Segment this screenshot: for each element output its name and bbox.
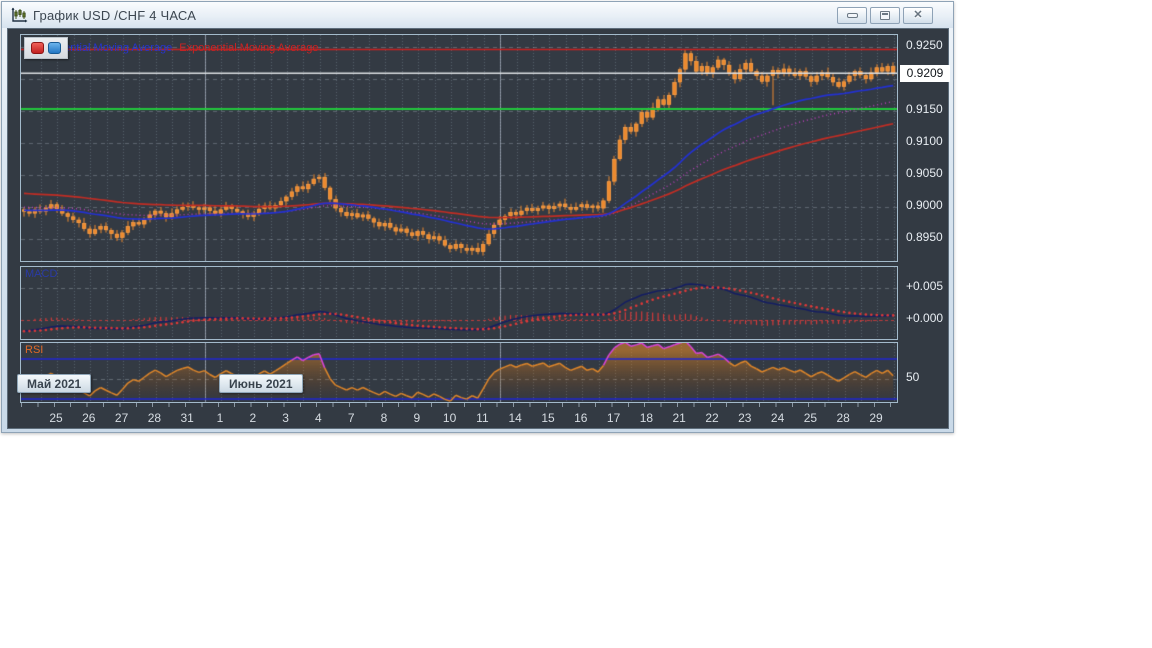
maximize-icon (880, 10, 890, 20)
price-tick-label: 0.9250 (906, 38, 943, 52)
date-tick-label: 31 (180, 411, 194, 425)
red-square-button[interactable] (31, 42, 44, 54)
chart-window: График USD /CHF 4 ЧАСА ✕ Exponential Mov… (1, 1, 954, 433)
date-tick-label: 4 (315, 411, 322, 425)
rsi-canvas[interactable] (21, 343, 897, 402)
minimize-button[interactable] (837, 6, 867, 24)
date-tick-label: 15 (541, 411, 555, 425)
date-tick-label: 9 (413, 411, 421, 425)
macd-tick-label: +0.005 (906, 279, 944, 293)
macd-tick-label: +0.000 (906, 311, 944, 325)
rsi-tick-label: 50 (906, 370, 920, 384)
date-tick-label: 21 (672, 411, 686, 425)
date-tick-label: 18 (639, 411, 654, 425)
date-tick-label: 23 (738, 411, 752, 425)
price-chart-canvas[interactable] (21, 35, 897, 261)
date-tick-label: 22 (705, 411, 719, 425)
date-tick-label: 7 (347, 411, 355, 425)
date-tick-label: 3 (282, 411, 289, 425)
date-tick-label: 28 (836, 411, 850, 425)
price-tick-label: 0.9000 (906, 198, 943, 212)
date-tick-label: 28 (147, 411, 162, 425)
date-tick-label: 1 (216, 411, 224, 425)
window-title: График USD /CHF 4 ЧАСА (33, 7, 197, 23)
date-tick-label: 10 (442, 411, 457, 425)
price-tick-label: 0.9100 (906, 134, 943, 148)
date-tick-label: 8 (380, 411, 388, 425)
chart-client-area: Exponential Moving Average Exponential Mo… (7, 28, 950, 429)
date-tick-label: 24 (770, 411, 785, 425)
date-tick-label: 14 (508, 411, 522, 425)
macd-canvas[interactable] (21, 267, 897, 339)
close-icon: ✕ (913, 8, 923, 21)
chart-app-icon (10, 7, 28, 23)
date-axis-ticks (21, 403, 897, 407)
window-titlebar[interactable]: График USD /CHF 4 ЧАСА ✕ (2, 2, 953, 28)
maximize-button[interactable] (870, 6, 900, 24)
price-tick-label: 0.9150 (906, 102, 943, 116)
blue-square-button[interactable] (48, 42, 61, 54)
date-tick-label: 29 (869, 411, 883, 425)
price-tick-label: 0.8950 (906, 230, 943, 244)
date-tick-label: 25 (803, 411, 818, 425)
minimize-icon (846, 12, 858, 18)
date-tick-label: 16 (574, 411, 588, 425)
month-tooltip-may: Май 2021 (17, 374, 92, 393)
date-tick-label: 11 (476, 411, 489, 425)
window-controls: ✕ (837, 6, 947, 24)
close-button[interactable]: ✕ (903, 6, 933, 24)
chart-mini-toolbar (24, 37, 68, 59)
date-tick-label: 17 (606, 411, 621, 425)
price-tick-label: 0.9050 (906, 166, 943, 180)
date-tick-label: 2 (249, 411, 257, 425)
macd-panel: MACD (20, 266, 898, 340)
current-price-label: 0.9209 (900, 65, 950, 82)
date-tick-label: 27 (114, 411, 129, 425)
rsi-panel: RSI (20, 342, 898, 403)
date-tick-label: 25 (49, 411, 63, 425)
main-price-panel: Exponential Moving Average Exponential Mo… (20, 34, 898, 262)
date-tick-label: 26 (82, 411, 96, 425)
month-tooltip-june: Июнь 2021 (219, 374, 303, 393)
